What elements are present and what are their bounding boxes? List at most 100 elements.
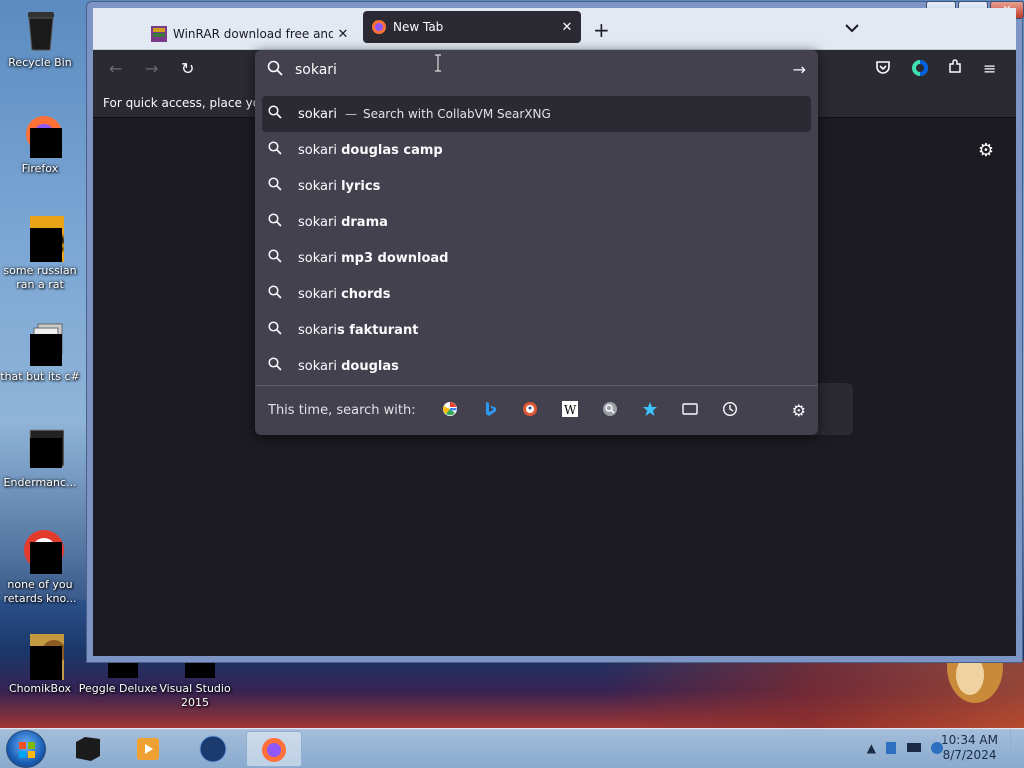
suggestion-row[interactable]: sokari douglas camp [262, 132, 811, 168]
desktop-icon-label: that but its c# [0, 370, 80, 383]
close-tab-icon[interactable]: ✕ [333, 27, 353, 42]
text-cursor-icon [434, 54, 441, 72]
winrar-icon [151, 26, 167, 42]
desktop-icon-firefox[interactable]: Firefox [0, 112, 80, 176]
duckduckgo-icon[interactable] [510, 401, 550, 421]
searxng-icon[interactable] [590, 401, 630, 421]
suggestion-row[interactable]: sokari mp3 download [262, 240, 811, 276]
desktop-icon-csharp[interactable]: that but its c# [0, 320, 80, 384]
suggestion-completion: chords [341, 286, 391, 302]
one-off-label: This time, search with: [268, 403, 416, 418]
suggestion-prefix: sokari [298, 250, 342, 266]
suggestion-prefix: sokari [298, 358, 342, 374]
forward-icon[interactable]: → [145, 59, 158, 78]
application-icon [16, 528, 64, 576]
list-all-tabs-icon[interactable] [845, 22, 859, 36]
taskbar-app-globe-icon[interactable] [185, 731, 241, 767]
search-icon [267, 60, 283, 80]
pocket-icon[interactable] [875, 59, 891, 79]
suggestion-row-search-engine[interactable]: sokari — Search with CollabVM SearXNG [262, 96, 811, 132]
suggestion-completion: douglas camp [341, 142, 443, 158]
extensions-icon[interactable] [947, 59, 963, 79]
one-off-search-bar: This time, search with: W ⚙ [255, 385, 818, 435]
suggestion-prefix: sokari [298, 322, 337, 338]
clock-date: 8/7/2024 [942, 748, 997, 762]
suggestion-text: sokari [298, 106, 337, 122]
desktop-icon-label: Firefox [21, 162, 59, 175]
google-icon[interactable] [430, 401, 470, 421]
suggestion-row[interactable]: sokari drama [262, 204, 811, 240]
display-icon[interactable] [906, 741, 922, 758]
suggestion-row[interactable]: sokari douglas [262, 348, 811, 384]
suggestion-list: sokari — Search with CollabVM SearXNG so… [262, 96, 811, 384]
tab-title: WinRAR download free and sup [173, 27, 333, 41]
chomikbox-icon [16, 632, 76, 680]
desktop-icon-label: Recycle Bin [8, 56, 72, 69]
console-icon [16, 426, 65, 474]
suggestion-row[interactable]: sokari chords [262, 276, 811, 312]
desktop-icon-russian-rat[interactable]: e some russian ran a rat [0, 214, 80, 292]
desktop-icon-label: Visual Studio 2015 [159, 682, 231, 709]
menu-icon[interactable]: ≡ [983, 59, 996, 78]
taskbar-app-firefox-icon[interactable] [246, 731, 302, 767]
search-engine-label: Search with CollabVM SearXNG [362, 107, 551, 121]
taskbar-app-media-player-icon[interactable] [120, 731, 176, 767]
desktop-icon-label: Peggle Deluxe [78, 682, 158, 695]
tab-winrar[interactable]: WinRAR download free and sup ✕ [141, 16, 357, 52]
suggestion-completion: lyrics [341, 178, 381, 194]
account-icon[interactable] [911, 59, 929, 81]
suggestion-completion: mp3 download [341, 250, 449, 266]
desktop-icon-label: none of you retards kno... [3, 578, 77, 605]
network-icon[interactable] [884, 741, 898, 758]
tab-title: New Tab [393, 20, 444, 34]
suggestion-prefix: sokari [298, 178, 342, 194]
taskbar-app-terminal-icon[interactable] [60, 731, 116, 767]
tabs-icon[interactable] [670, 402, 710, 420]
suggestion-prefix: sokari [298, 214, 342, 230]
desktop-icon-recycle-bin[interactable]: Recycle Bin [0, 6, 80, 70]
search-icon [268, 249, 286, 267]
go-arrow-icon[interactable]: → [793, 60, 806, 79]
suggestion-completion: drama [341, 214, 388, 230]
bookmarks-star-icon[interactable] [630, 401, 670, 421]
address-bar-dropdown: sokari → sokari — Search with CollabVM S… [255, 50, 818, 435]
wikipedia-icon[interactable]: W [550, 400, 590, 421]
suggestion-row[interactable]: sokari s fakturant [262, 312, 811, 348]
reload-icon[interactable]: ↻ [181, 59, 194, 78]
recycle-bin-icon [16, 6, 64, 54]
suggestion-completion: s fakturant [336, 322, 419, 338]
search-settings-gear-icon[interactable]: ⚙ [792, 401, 806, 420]
bing-icon[interactable] [470, 401, 510, 421]
suggestion-completion: douglas [341, 358, 399, 374]
desktop-icon-chomikbox[interactable]: ChomikBox [0, 632, 80, 696]
system-tray: ▲ [867, 741, 944, 758]
new-tab-button[interactable]: + [593, 18, 610, 42]
show-hidden-icons-icon[interactable]: ▲ [867, 741, 876, 758]
close-tab-icon[interactable]: ✕ [557, 20, 577, 35]
address-bar-input[interactable]: sokari → [255, 50, 818, 90]
shortcut-icon [16, 320, 64, 368]
suggestion-row[interactable]: sokari lyrics [262, 168, 811, 204]
tab-new-tab[interactable]: New Tab ✕ [363, 11, 581, 43]
clock-time: 10:34 AM [941, 733, 998, 747]
desktop-icon-endermanch[interactable]: Endermanc... [0, 426, 80, 490]
search-icon [268, 285, 286, 303]
search-icon [268, 177, 286, 195]
firefox-icon [16, 112, 64, 160]
search-icon [268, 213, 286, 231]
tab-bar: WinRAR download free and sup ✕ New Tab ✕… [93, 8, 1016, 50]
desktop-icon-label: Endermanc... [3, 476, 77, 489]
start-button[interactable] [6, 730, 46, 768]
show-desktop-button[interactable] [1010, 729, 1024, 768]
svg-text:W: W [564, 403, 577, 417]
address-bar-query: sokari [295, 62, 337, 78]
history-icon[interactable] [710, 401, 750, 421]
search-icon [268, 357, 286, 375]
taskbar: ▲ 10:34 AM 8/7/2024 [0, 728, 1024, 768]
page-settings-gear-icon[interactable]: ⚙ [978, 140, 994, 161]
desktop-icon-label: some russian ran a rat [3, 264, 77, 291]
firefox-icon [371, 19, 387, 35]
system-clock[interactable]: 10:34 AM 8/7/2024 [941, 733, 998, 763]
back-icon[interactable]: ← [109, 59, 122, 78]
desktop-icon-none-of-you[interactable]: none of you retards kno... [0, 528, 80, 606]
